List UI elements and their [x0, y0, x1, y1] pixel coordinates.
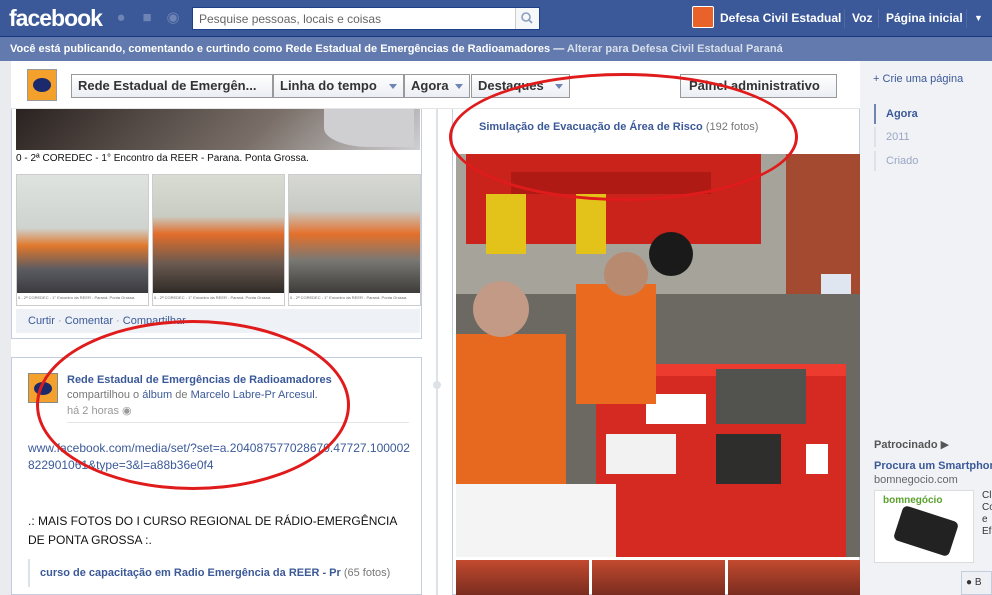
notice-text: Você está publicando, comentando e curti…: [10, 43, 565, 55]
chat-label: B: [974, 577, 982, 588]
photo-caption: 0 - 2ª COREDEC - 1° Encontro da REER - P…: [16, 153, 309, 164]
ad-body-text: Cl Co e Ef: [982, 490, 992, 537]
acting-as-notice: Você está publicando, comentando e curti…: [0, 37, 992, 61]
page-avatar[interactable]: [692, 6, 714, 28]
megaphone-icon: ▶: [940, 439, 950, 451]
album-count: (65 fotos): [343, 567, 391, 579]
comment-link[interactable]: Comentar: [65, 315, 113, 327]
messages-icon[interactable]: ■: [138, 10, 156, 26]
switch-page-link[interactable]: Alterar para Defesa Civil Estadual Paran…: [567, 43, 783, 55]
ad-image[interactable]: bomnegócio: [874, 490, 974, 563]
search-icon: [521, 12, 533, 24]
page-logo[interactable]: [27, 69, 57, 101]
album-main-photo[interactable]: [456, 154, 860, 557]
account-menu-icon[interactable]: ▼: [974, 0, 983, 37]
voz-button[interactable]: Voz: [852, 0, 872, 37]
annotation-ellipse: [449, 73, 798, 201]
friend-requests-icon[interactable]: ●: [112, 10, 130, 26]
photo-thumbnail[interactable]: 0 - 2ª COREDEC - 1° Encontro da REER - P…: [16, 174, 149, 306]
album-thumbnail[interactable]: [456, 560, 589, 595]
chevron-down-icon: [389, 84, 397, 89]
create-page-label: Crie uma página: [882, 73, 964, 85]
album-title-link[interactable]: curso de capacitação em Radio Emergência…: [40, 567, 341, 579]
search-button[interactable]: [515, 8, 539, 29]
separator: ·: [116, 315, 123, 327]
timeline-year-2011[interactable]: 2011: [874, 127, 910, 147]
create-page-link[interactable]: + Crie uma página: [873, 73, 963, 85]
chevron-down-icon: [455, 84, 463, 89]
now-label: Agora: [411, 78, 449, 93]
search-placeholder: Pesquise pessoas, locais e coisas: [199, 12, 382, 26]
timeline-year-now[interactable]: Agora: [874, 104, 918, 124]
photo-scene: [456, 154, 860, 557]
thumbnail-image: [289, 175, 420, 293]
timeline-year-created[interactable]: Criado: [874, 151, 918, 171]
facebook-logo[interactable]: facebook: [9, 5, 103, 32]
sponsored-label: Patrocinado: [874, 439, 938, 451]
home-link[interactable]: Página inicial: [886, 0, 963, 37]
timeline-spine: [436, 109, 438, 595]
plus-icon: +: [873, 73, 880, 85]
page-name-label: Rede Estadual de Emergên...: [78, 78, 257, 93]
people-icon: ●: [966, 577, 973, 588]
separator: [844, 9, 845, 28]
search-input[interactable]: Pesquise pessoas, locais e coisas: [192, 7, 540, 30]
smartphone-icon: [892, 504, 960, 558]
timeline-post: 0 - 2ª COREDEC - 1° Encontro da REER - P…: [11, 109, 422, 339]
separator: [878, 9, 879, 28]
post-photo[interactable]: [16, 109, 420, 150]
photo-thumbnail[interactable]: 0 - 2ª COREDEC - 1° Encontro da REER - P…: [152, 174, 285, 306]
page-name-link[interactable]: Defesa Civil Estadual: [720, 0, 841, 37]
album-thumbnail[interactable]: [592, 560, 725, 595]
ad-title-link[interactable]: Procura um Smartphone: [874, 460, 992, 472]
post-text: .: MAIS FOTOS DO I CURSO REGIONAL DE RÁD…: [28, 514, 397, 547]
thumbnail-image: [17, 175, 148, 293]
thumbnail-caption: 0 - 2ª COREDEC - 1° Encontro da REER - P…: [154, 295, 272, 300]
thumbnail-caption: 0 - 2ª COREDEC - 1° Encontro da REER - P…: [18, 295, 136, 300]
photo-thumbnail[interactable]: 0 - 2ª COREDEC - 1° Encontro da REER - P…: [288, 174, 421, 306]
album-attachment[interactable]: curso de capacitação em Radio Emergência…: [28, 559, 413, 587]
chat-button[interactable]: ● B: [961, 571, 992, 595]
separator: [966, 9, 967, 28]
notifications-globe-icon[interactable]: ◉: [164, 10, 182, 26]
timeline-dropdown[interactable]: Linha do tempo: [273, 74, 404, 98]
like-link[interactable]: Curtir: [28, 315, 55, 327]
now-dropdown[interactable]: Agora: [404, 74, 470, 98]
page-name-button[interactable]: Rede Estadual de Emergên...: [71, 74, 273, 98]
ad-domain: bomnegocio.com: [874, 474, 958, 486]
ad-brand-label: bomnegócio: [883, 495, 943, 506]
annotation-ellipse: [36, 320, 350, 490]
thumbnail-image: [153, 175, 284, 293]
thumbnail-caption: 0 - 2ª COREDEC - 1° Encontro da REER - P…: [290, 295, 408, 300]
top-bar: facebook ● ■ ◉ Pesquise pessoas, locais …: [0, 0, 992, 37]
album-thumbnail[interactable]: [728, 560, 861, 595]
timeline-dot: [433, 381, 441, 389]
timeline-label: Linha do tempo: [280, 78, 377, 93]
separator: ·: [57, 315, 65, 327]
sponsored-header: Patrocinado ▶: [874, 438, 949, 451]
